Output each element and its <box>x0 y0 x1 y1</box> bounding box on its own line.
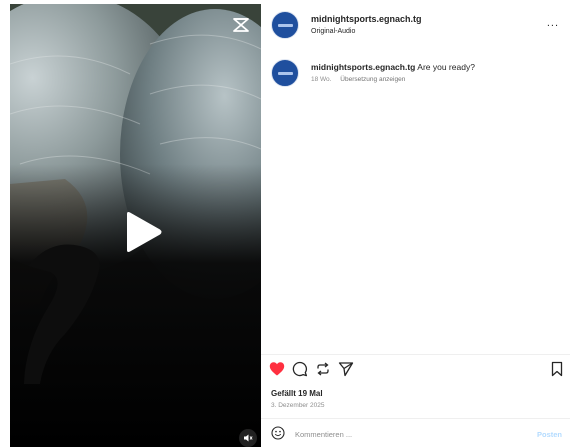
avatar[interactable] <box>271 11 299 39</box>
reels-icon[interactable] <box>232 17 250 33</box>
likes-count[interactable]: Gefällt 19 Mal <box>271 389 323 398</box>
translate-button[interactable]: Übersetzung anzeigen <box>340 76 405 83</box>
comment-icon[interactable] <box>292 361 308 377</box>
post-header: midnightsports.egnach.tg Original-Audio … <box>271 8 561 42</box>
comment-input[interactable] <box>295 427 495 441</box>
audio-label[interactable]: Original-Audio <box>311 28 355 35</box>
heart-filled-icon[interactable] <box>269 361 285 377</box>
bookmark-icon[interactable] <box>549 361 565 377</box>
caption-account-name[interactable]: midnightsports.egnach.tg <box>311 62 415 72</box>
post-button[interactable]: Posten <box>537 430 562 439</box>
video-player[interactable] <box>10 4 261 447</box>
caption-line: midnightsports.egnach.tg Are you ready? <box>311 62 475 72</box>
repost-icon[interactable] <box>315 361 331 377</box>
post-details: midnightsports.egnach.tg Original-Audio … <box>261 0 570 447</box>
divider <box>261 354 570 355</box>
send-icon[interactable] <box>338 361 354 377</box>
play-button[interactable] <box>121 210 165 254</box>
caption-avatar[interactable] <box>271 59 299 87</box>
more-options-button[interactable]: ... <box>547 17 559 29</box>
comment-bar: Posten <box>261 419 570 447</box>
caption-age[interactable]: 18 Wo. <box>311 76 331 83</box>
mute-button[interactable] <box>239 429 257 447</box>
action-bar <box>269 361 565 379</box>
account-name[interactable]: midnightsports.egnach.tg <box>311 14 422 24</box>
post-dialog: midnightsports.egnach.tg Original-Audio … <box>0 0 570 447</box>
caption-meta: 18 Wo. Übersetzung anzeigen <box>311 76 405 83</box>
post-date[interactable]: 3. Dezember 2025 <box>271 402 324 409</box>
caption-text: Are you ready? <box>417 62 475 72</box>
emoji-icon[interactable] <box>271 426 285 440</box>
play-icon <box>127 212 162 252</box>
speaker-muted-icon <box>244 434 253 442</box>
